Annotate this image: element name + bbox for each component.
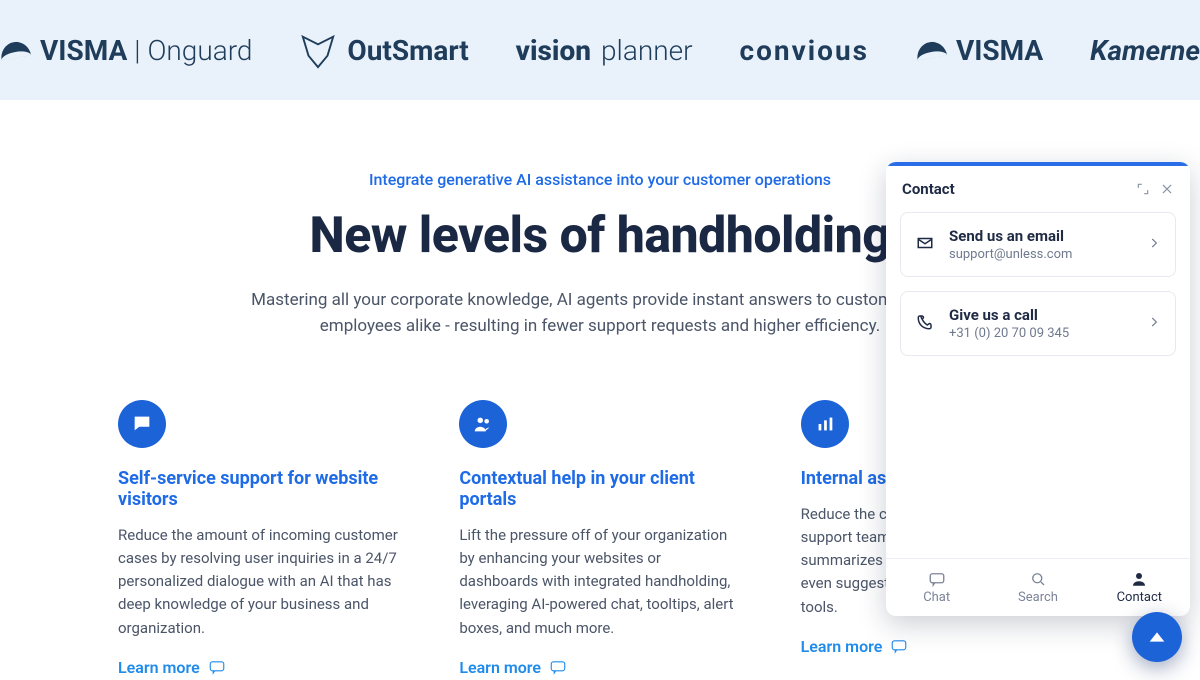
feature-body: Lift the pressure off of your organizati… (459, 524, 740, 640)
learn-more-label: Learn more (118, 658, 200, 677)
tab-contact[interactable]: Contact (1089, 559, 1190, 616)
feature-title: Self-service support for website visitor… (118, 468, 399, 510)
tab-label: Contact (1117, 590, 1162, 605)
logo-visma-onguard: VISMA | Onguard (0, 34, 252, 67)
logo-visma: VISMA (916, 34, 1043, 67)
chat-outline-icon (208, 658, 226, 676)
chevron-right-icon (1147, 314, 1161, 333)
phone-icon (915, 313, 935, 335)
contact-card-phone[interactable]: Give us a call +31 (0) 20 70 09 345 (900, 291, 1176, 356)
feature-self-service: Self-service support for website visitor… (118, 400, 399, 677)
logo-convious: convious (739, 34, 869, 67)
logo-kamerne: Kamerne (1090, 34, 1200, 67)
caret-up-icon (1146, 626, 1168, 648)
tab-label: Chat (923, 590, 950, 605)
search-icon (1029, 570, 1047, 588)
chat-outline-icon (549, 658, 567, 676)
widget-body: Send us an email support@unless.com Give… (886, 208, 1190, 558)
tab-label: Search (1018, 590, 1058, 605)
swoosh-icon (0, 40, 31, 61)
widget-header: Contact (886, 166, 1190, 208)
learn-more-link[interactable]: Learn more (118, 658, 226, 677)
chat-icon (928, 570, 946, 588)
bars-icon (801, 400, 849, 448)
expand-icon[interactable] (1136, 182, 1150, 196)
tab-chat[interactable]: Chat (886, 559, 987, 616)
feature-body: Reduce the amount of incoming customer c… (118, 524, 399, 640)
card-title: Give us a call (949, 306, 1133, 324)
fox-icon (299, 31, 337, 69)
logo-outsmart: OutSmart (299, 31, 468, 69)
feature-contextual-help: Contextual help in your client portals L… (459, 400, 740, 677)
widget-title: Contact (902, 180, 955, 198)
card-subtitle: +31 (0) 20 70 09 345 (949, 326, 1133, 341)
person-icon (1130, 570, 1148, 588)
chevron-right-icon (1147, 235, 1161, 254)
widget-launcher-button[interactable] (1132, 612, 1182, 662)
learn-more-label: Learn more (459, 658, 541, 677)
learn-more-link[interactable]: Learn more (459, 658, 567, 677)
tab-search[interactable]: Search (987, 559, 1088, 616)
feature-title: Contextual help in your client portals (459, 468, 740, 510)
card-subtitle: support@unless.com (949, 247, 1133, 262)
close-icon[interactable] (1160, 182, 1174, 196)
chat-bubble-icon (118, 400, 166, 448)
card-title: Send us an email (949, 227, 1133, 245)
learn-more-link[interactable]: Learn more (801, 637, 909, 656)
logo-strip: VISMA | Onguard OutSmart visionplanner c… (0, 0, 1200, 100)
logo-visionplanner: visionplanner (516, 34, 693, 67)
hero-subtitle: Mastering all your corporate knowledge, … (240, 287, 960, 340)
widget-tabs: Chat Search Contact (886, 558, 1190, 616)
chat-outline-icon (890, 637, 908, 655)
envelope-icon (915, 234, 935, 256)
learn-more-label: Learn more (801, 637, 883, 656)
swoosh-icon (915, 40, 947, 61)
contact-card-email[interactable]: Send us an email support@unless.com (900, 212, 1176, 277)
users-icon (459, 400, 507, 448)
contact-widget: Contact Send us an email support@unless.… (886, 162, 1190, 616)
